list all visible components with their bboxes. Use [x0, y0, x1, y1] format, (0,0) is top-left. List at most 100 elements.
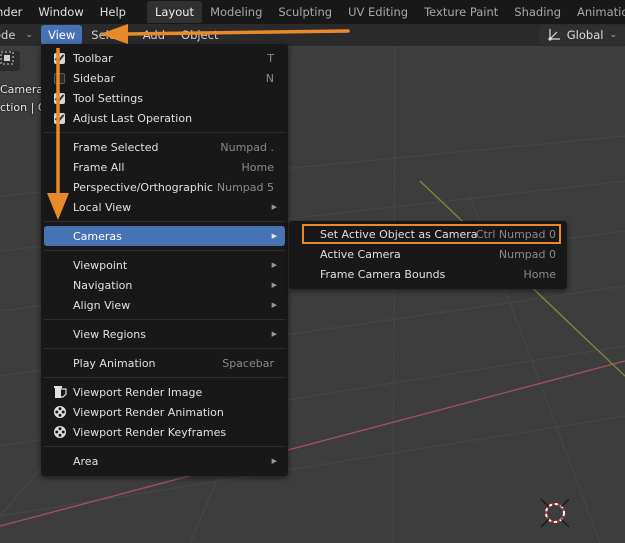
- select-menu-button[interactable]: Select: [84, 25, 133, 45]
- menu-item-label: Cameras: [73, 229, 122, 243]
- tab-uv-editing[interactable]: UV Editing: [340, 1, 416, 23]
- menu-item-label: Viewport Render Animation: [73, 405, 224, 419]
- top-menu-bar: nder Window Help Layout Modeling Sculpti…: [0, 0, 625, 24]
- menu-item-frame-all[interactable]: Frame All Home: [44, 157, 285, 177]
- cameras-submenu: Set Active Object as Camera Ctrl Numpad …: [289, 221, 567, 289]
- menu-item-perspective-orthographic[interactable]: Perspective/Orthographic Numpad 5: [44, 177, 285, 197]
- menu-item-viewport-render-animation[interactable]: Viewport Render Animation: [44, 402, 285, 422]
- menu-item-label: Sidebar: [73, 71, 116, 85]
- submenu-arrow-icon: ▶: [271, 457, 277, 465]
- add-menu-button[interactable]: Add: [136, 25, 172, 45]
- menu-item-shortcut: Numpad 0: [498, 248, 556, 261]
- menu-item-label: Frame All: [73, 160, 125, 174]
- 3d-cursor[interactable]: [540, 498, 570, 528]
- menu-item-align-view[interactable]: Align View ▶: [44, 295, 285, 315]
- menu-item-sidebar[interactable]: Sidebar N: [44, 68, 285, 88]
- grid-line: [392, 46, 396, 543]
- transform-orientation-dropdown[interactable]: Global ⌄: [538, 25, 625, 45]
- submenu-arrow-icon: ▶: [271, 330, 277, 338]
- menu-separator: [44, 221, 285, 222]
- menu-item-label: Adjust Last Operation: [73, 111, 193, 125]
- render-still-icon: [54, 386, 67, 398]
- menu-item-frame-selected[interactable]: Frame Selected Numpad .: [44, 137, 285, 157]
- menu-separator: [44, 132, 285, 133]
- menu-separator: [44, 319, 285, 320]
- chevron-down-icon: ⌄: [25, 30, 33, 40]
- menu-item-toolbar[interactable]: Toolbar T: [44, 48, 285, 68]
- menu-item-viewpoint[interactable]: Viewpoint ▶: [44, 255, 285, 275]
- menu-item-cameras[interactable]: Cameras ▶: [44, 226, 285, 246]
- menu-item-label: Viewport Render Image: [73, 385, 203, 399]
- menu-item-frame-camera-bounds[interactable]: Frame Camera Bounds Home: [292, 265, 564, 285]
- viewport-object-name: Camera: [0, 83, 44, 96]
- tab-sculpting[interactable]: Sculpting: [270, 1, 340, 23]
- menu-item-shortcut: Home: [523, 268, 556, 281]
- menu-item-label: View Regions: [73, 327, 146, 341]
- menu-window[interactable]: Window: [30, 0, 91, 24]
- menu-separator: [44, 250, 285, 251]
- checkbox-checked-icon[interactable]: [54, 112, 65, 124]
- menu-item-label: Viewpoint: [73, 258, 128, 272]
- view-menu-button[interactable]: View: [40, 25, 83, 45]
- menu-separator: [44, 446, 285, 447]
- menu-item-active-camera[interactable]: Active Camera Numpad 0: [292, 245, 564, 265]
- menu-render[interactable]: nder: [0, 0, 30, 24]
- render-animation-icon: [54, 426, 66, 438]
- menu-item-label: Frame Selected: [73, 140, 159, 154]
- menu-item-adjust-last-operation[interactable]: Adjust Last Operation: [44, 108, 285, 128]
- checkbox-checked-icon[interactable]: [54, 92, 65, 104]
- menu-item-label: Play Animation: [73, 356, 156, 370]
- menu-item-viewport-render-image[interactable]: Viewport Render Image: [44, 382, 285, 402]
- checkbox-checked-icon[interactable]: [54, 52, 65, 64]
- viewport-header: ode ⌄ View Select Add Object Global ⌄: [0, 24, 625, 46]
- menu-item-label: Toolbar: [73, 51, 113, 65]
- menu-item-label: Active Camera: [320, 248, 401, 261]
- menu-item-shortcut: Numpad .: [220, 140, 274, 154]
- checkbox-unchecked-icon[interactable]: [54, 72, 65, 84]
- tab-texture-paint[interactable]: Texture Paint: [416, 1, 506, 23]
- menu-item-navigation[interactable]: Navigation ▶: [44, 275, 285, 295]
- menu-item-label: Viewport Render Keyframes: [73, 425, 227, 439]
- menu-item-shortcut: Spacebar: [222, 356, 274, 370]
- menu-item-label: Local View: [73, 200, 132, 214]
- submenu-arrow-icon: ▶: [271, 261, 277, 269]
- menu-item-label: Perspective/Orthographic: [73, 180, 213, 194]
- menu-item-label: Frame Camera Bounds: [320, 268, 446, 281]
- mode-dropdown[interactable]: ode ⌄: [0, 28, 33, 42]
- menu-item-view-regions[interactable]: View Regions ▶: [44, 324, 285, 344]
- workspace-tabs: Layout Modeling Sculpting UV Editing Tex…: [146, 0, 625, 24]
- menu-help[interactable]: Help: [92, 0, 134, 24]
- menu-item-label: Area: [73, 454, 99, 468]
- menu-item-set-active-object-as-camera[interactable]: Set Active Object as Camera Ctrl Numpad …: [292, 225, 564, 245]
- menu-separator: [44, 377, 285, 378]
- tab-animation[interactable]: Animation: [569, 1, 625, 23]
- tab-shading[interactable]: Shading: [506, 1, 569, 23]
- chevron-down-icon: ⌄: [609, 30, 617, 40]
- menu-item-area[interactable]: Area ▶: [44, 451, 285, 471]
- menu-item-label: Align View: [73, 298, 131, 312]
- submenu-arrow-icon: ▶: [271, 203, 277, 211]
- transform-orientation-icon: [548, 29, 560, 41]
- menu-item-play-animation[interactable]: Play Animation Spacebar: [44, 353, 285, 373]
- menu-item-label: Tool Settings: [73, 91, 143, 105]
- select-box-tool-button[interactable]: [0, 51, 20, 71]
- submenu-arrow-icon: ▶: [271, 281, 277, 289]
- menu-item-label: Navigation: [73, 278, 133, 292]
- render-animation-icon: [54, 406, 66, 418]
- menu-item-shortcut: Numpad 5: [216, 180, 274, 194]
- menu-item-tool-settings[interactable]: Tool Settings: [44, 88, 285, 108]
- menu-item-label: Set Active Object as Camera: [320, 228, 478, 241]
- tab-modeling[interactable]: Modeling: [202, 1, 270, 23]
- mode-label: ode: [0, 28, 16, 42]
- menu-item-shortcut: N: [265, 71, 274, 85]
- view-menu-dropdown: Toolbar T Sidebar N Tool Settings Adjust…: [41, 44, 288, 476]
- menu-separator: [44, 348, 285, 349]
- menu-item-viewport-render-keyframes[interactable]: Viewport Render Keyframes: [44, 422, 285, 442]
- menu-item-shortcut: Home: [241, 160, 274, 174]
- tab-layout[interactable]: Layout: [146, 1, 203, 23]
- orientation-label: Global: [566, 28, 604, 42]
- menu-item-shortcut: Ctrl Numpad 0: [475, 228, 556, 241]
- select-box-icon: [0, 51, 14, 65]
- object-menu-button[interactable]: Object: [174, 25, 225, 45]
- menu-item-local-view[interactable]: Local View ▶: [44, 197, 285, 217]
